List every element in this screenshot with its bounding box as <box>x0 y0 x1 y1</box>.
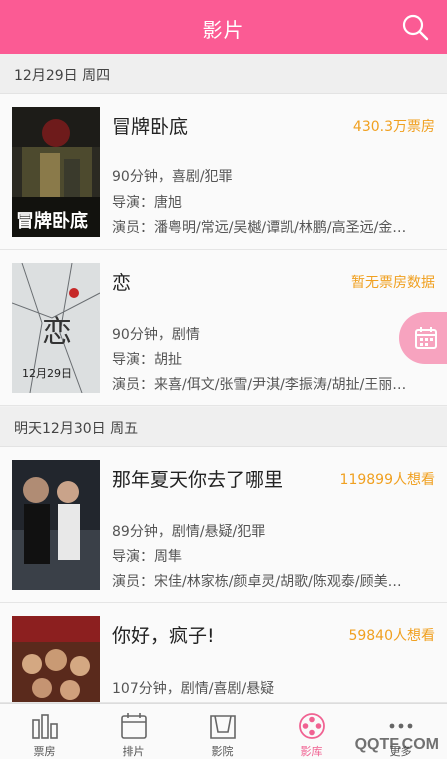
movie-card[interactable]: 冒牌卧底 冒牌卧底 430.3万票房 90分钟，喜剧/犯罪 导演：唐旭 演员：潘… <box>0 94 447 250</box>
movie-poster[interactable]: 冒牌卧底 <box>12 107 100 237</box>
movie-title: 那年夏天你去了哪里 <box>112 469 284 491</box>
movie-title: 你好，疯子! <box>112 625 215 647</box>
tab-label: 影库 <box>300 745 323 758</box>
movie-poster[interactable] <box>12 616 100 702</box>
movie-poster[interactable] <box>12 460 100 590</box>
watermark: QQTF.COM <box>354 736 439 753</box>
date-header: 12月29日 周四 <box>0 54 447 94</box>
calendar-button[interactable] <box>399 312 447 364</box>
cinema-icon <box>210 715 236 739</box>
poster-date: 12月29日 <box>22 367 72 380</box>
movie-info: 90分钟，喜剧/犯罪 <box>112 169 233 185</box>
calendar-icon <box>415 327 437 349</box>
schedule-icon <box>121 713 147 739</box>
movie-title: 冒牌卧底 <box>112 116 189 138</box>
tab-film-library[interactable]: 影库 <box>267 704 356 759</box>
movie-actors: 演员：宋佳/林家栋/颜卓灵/胡歌/陈观泰/顾美… <box>112 574 402 590</box>
tab-label: 影院 <box>211 745 234 758</box>
poster-title: 冒牌卧底 <box>16 211 88 232</box>
page-title: 影片 <box>202 18 245 42</box>
movie-actors: 演员：潘粤明/常远/吴樾/谭凯/林鹏/高圣远/金… <box>112 220 407 236</box>
section-date: 明天12月30日 周五 <box>14 421 139 437</box>
movie-card[interactable]: 恋 12月29日 恋 暂无票房数据 90分钟，剧情 导演：胡扯 演员：来喜/佴文… <box>0 250 447 406</box>
movie-card[interactable]: 你好，疯子! 59840人想看 107分钟，剧情/喜剧/悬疑 <box>0 603 447 703</box>
movie-director: 导演：周隼 <box>112 549 182 565</box>
tab-cinema[interactable]: 影院 <box>178 704 267 759</box>
movie-title: 恋 <box>112 272 132 294</box>
search-icon[interactable] <box>401 13 429 41</box>
section-date: 12月29日 周四 <box>14 68 111 84</box>
movie-card[interactable]: 那年夏天你去了哪里 119899人想看 89分钟，剧情/悬疑/犯罪 导演：周隼 … <box>0 447 447 603</box>
movie-info: 90分钟，剧情 <box>112 327 200 343</box>
movie-director: 导演：胡扯 <box>112 352 182 368</box>
movie-info: 107分钟，剧情/喜剧/悬疑 <box>112 681 275 697</box>
tab-label: 排片 <box>122 745 145 758</box>
movie-director: 导演：唐旭 <box>112 195 182 211</box>
tab-box-office[interactable]: 票房 <box>0 704 89 759</box>
movie-actors: 演员：来喜/佴文/张雪/尹淇/李振涛/胡扯/王丽… <box>112 377 407 393</box>
want-to-see-count: 59840人想看 <box>348 628 435 644</box>
date-header: 明天12月30日 周五 <box>0 407 447 447</box>
top-bar: 影片 <box>0 0 447 54</box>
bar-chart-icon <box>32 714 58 739</box>
box-office: 暂无票房数据 <box>351 275 435 291</box>
box-office: 430.3万票房 <box>352 119 435 135</box>
tab-schedule[interactable]: 排片 <box>89 704 178 759</box>
film-reel-icon <box>299 713 325 739</box>
movie-poster[interactable]: 恋 12月29日 <box>12 263 100 393</box>
poster-title: 恋 <box>42 315 72 350</box>
tab-label: 票房 <box>33 745 56 758</box>
want-to-see-count: 119899人想看 <box>339 472 435 488</box>
movie-info: 89分钟，剧情/悬疑/犯罪 <box>112 524 266 540</box>
